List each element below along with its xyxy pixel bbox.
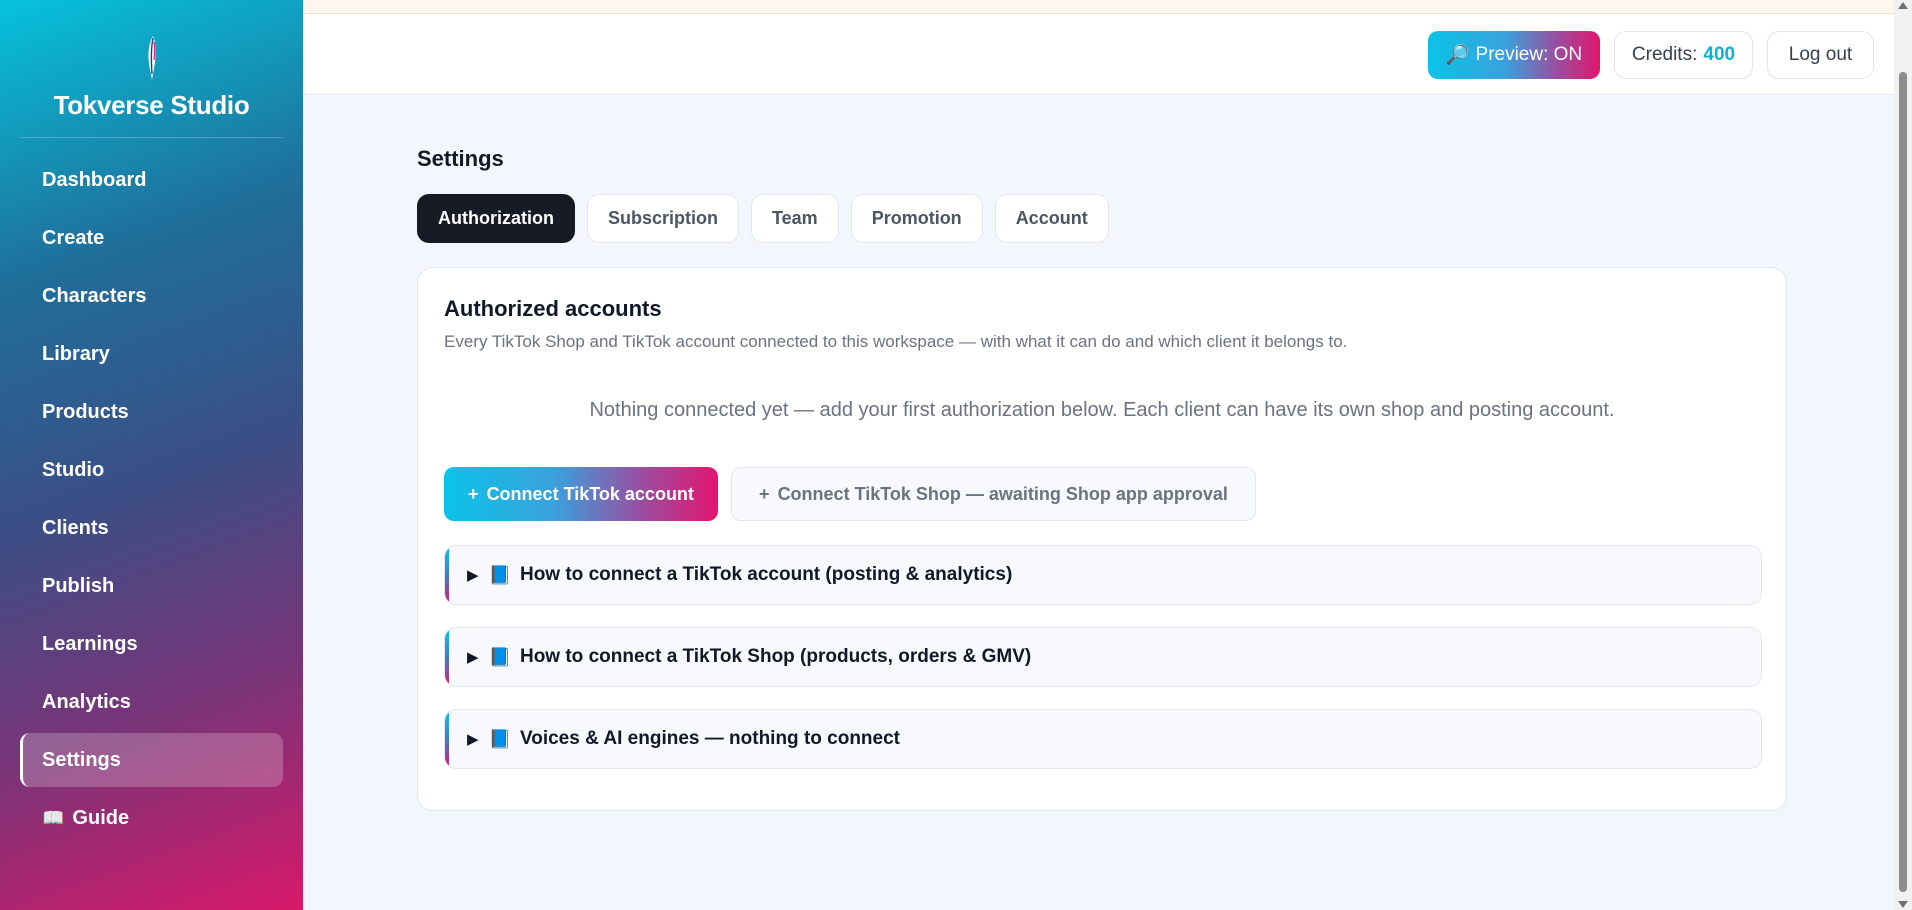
connect-tiktok-shop-button[interactable]: + Connect TikTok Shop — awaiting Shop ap… [731, 467, 1256, 521]
sidebar-item-label: Learnings [42, 632, 138, 655]
expand-arrow-icon: ▶ [467, 649, 479, 666]
logout-button[interactable]: Log out [1767, 31, 1874, 79]
credits-badge[interactable]: Credits: 400 [1614, 31, 1753, 79]
scrollbar[interactable] [1894, 0, 1912, 910]
button-label: Connect TikTok Shop — awaiting Shop app … [777, 483, 1228, 504]
sidebar-item-label: Clients [42, 516, 109, 539]
credits-value: 400 [1703, 44, 1736, 65]
sidebar: Tokverse Studio Dashboard Create Charact… [0, 0, 303, 910]
brand-name: Tokverse Studio [53, 90, 250, 120]
notice-strip [303, 0, 1894, 14]
preview-label: Preview: ON [1475, 44, 1583, 65]
sidebar-item-learnings[interactable]: Learnings [20, 617, 283, 671]
scroll-up-arrow-icon[interactable] [1898, 2, 1908, 9]
book-icon: 📘 [488, 728, 511, 749]
sidebar-item-label: Settings [42, 748, 121, 771]
accordion-label: Voices & AI engines — nothing to connect [519, 728, 900, 749]
sidebar-item-label: Analytics [42, 690, 131, 713]
scroll-down-arrow-icon[interactable] [1898, 901, 1908, 908]
top-bar: 🔎 Preview: ON Credits: 400 Log out [303, 0, 1894, 95]
book-icon: 📘 [488, 564, 511, 585]
sidebar-item-characters[interactable]: Characters [20, 269, 283, 323]
plus-icon: + [759, 483, 770, 504]
accordion-connect-tiktok-account[interactable]: ▶ 📘 How to connect a TikTok account (pos… [444, 545, 1762, 605]
sidebar-item-label: Characters [42, 284, 147, 307]
book-icon: 📘 [488, 646, 511, 667]
accordion-connect-tiktok-shop[interactable]: ▶ 📘 How to connect a TikTok Shop (produc… [444, 627, 1762, 687]
tab-team[interactable]: Team [751, 194, 839, 243]
sidebar-item-publish[interactable]: Publish [20, 559, 283, 613]
tab-promotion[interactable]: Promotion [850, 194, 983, 243]
scroll-thumb[interactable] [1899, 72, 1907, 892]
card-subtitle: Every TikTok Shop and TikTok account con… [444, 332, 1348, 351]
sidebar-item-label: Dashboard [42, 168, 147, 191]
card-title: Authorized accounts [444, 296, 662, 321]
sidebar-item-label: Create [42, 226, 105, 249]
sidebar-item-label: Publish [42, 574, 115, 597]
sidebar-item-guide[interactable]: 📖 Guide [20, 791, 283, 845]
accordion-label: How to connect a TikTok Shop (products, … [519, 646, 1032, 667]
brand[interactable]: Tokverse Studio [20, 30, 283, 138]
tab-account[interactable]: Account [994, 194, 1109, 243]
sidebar-item-analytics[interactable]: Analytics [20, 675, 283, 729]
sidebar-item-studio[interactable]: Studio [20, 443, 283, 497]
sidebar-item-dashboard[interactable]: Dashboard [20, 153, 283, 207]
accordion-voices-ai-engines[interactable]: ▶ 📘 Voices & AI engines — nothing to con… [444, 709, 1762, 769]
sidebar-item-clients[interactable]: Clients [20, 501, 283, 555]
page-title: Settings [417, 146, 504, 171]
sidebar-item-products[interactable]: Products [20, 385, 283, 439]
button-label: Connect TikTok account [486, 483, 694, 504]
sidebar-item-create[interactable]: Create [20, 211, 283, 265]
sidebar-item-label: Library [42, 342, 110, 365]
sidebar-nav: Dashboard Create Characters Library Prod… [20, 153, 283, 849]
preview-toggle-button[interactable]: 🔎 Preview: ON [1428, 31, 1600, 79]
feather-logo-icon [148, 36, 156, 80]
expand-arrow-icon: ▶ [467, 567, 479, 584]
book-icon: 📖 [42, 807, 65, 828]
sidebar-item-label: Guide [72, 806, 130, 829]
settings-tabs: Authorization Subscription Team Promotio… [417, 194, 1109, 243]
credits-label: Credits: [1631, 44, 1698, 65]
tab-authorization[interactable]: Authorization [417, 194, 575, 243]
sidebar-item-library[interactable]: Library [20, 327, 283, 381]
plus-icon: + [468, 483, 479, 504]
tab-subscription[interactable]: Subscription [586, 194, 739, 243]
expand-arrow-icon: ▶ [467, 731, 479, 748]
sidebar-item-label: Products [42, 400, 129, 423]
sidebar-item-settings[interactable]: Settings [20, 733, 283, 787]
sidebar-item-label: Studio [42, 458, 105, 481]
connect-tiktok-account-button[interactable]: + Connect TikTok account [444, 467, 718, 521]
authorized-accounts-card: Authorized accounts Every TikTok Shop an… [417, 267, 1787, 811]
empty-state-message: Nothing connected yet — add your first a… [589, 399, 1615, 421]
accordion-label: How to connect a TikTok account (posting… [519, 564, 1013, 585]
magnifier-icon: 🔎 [1445, 45, 1470, 66]
